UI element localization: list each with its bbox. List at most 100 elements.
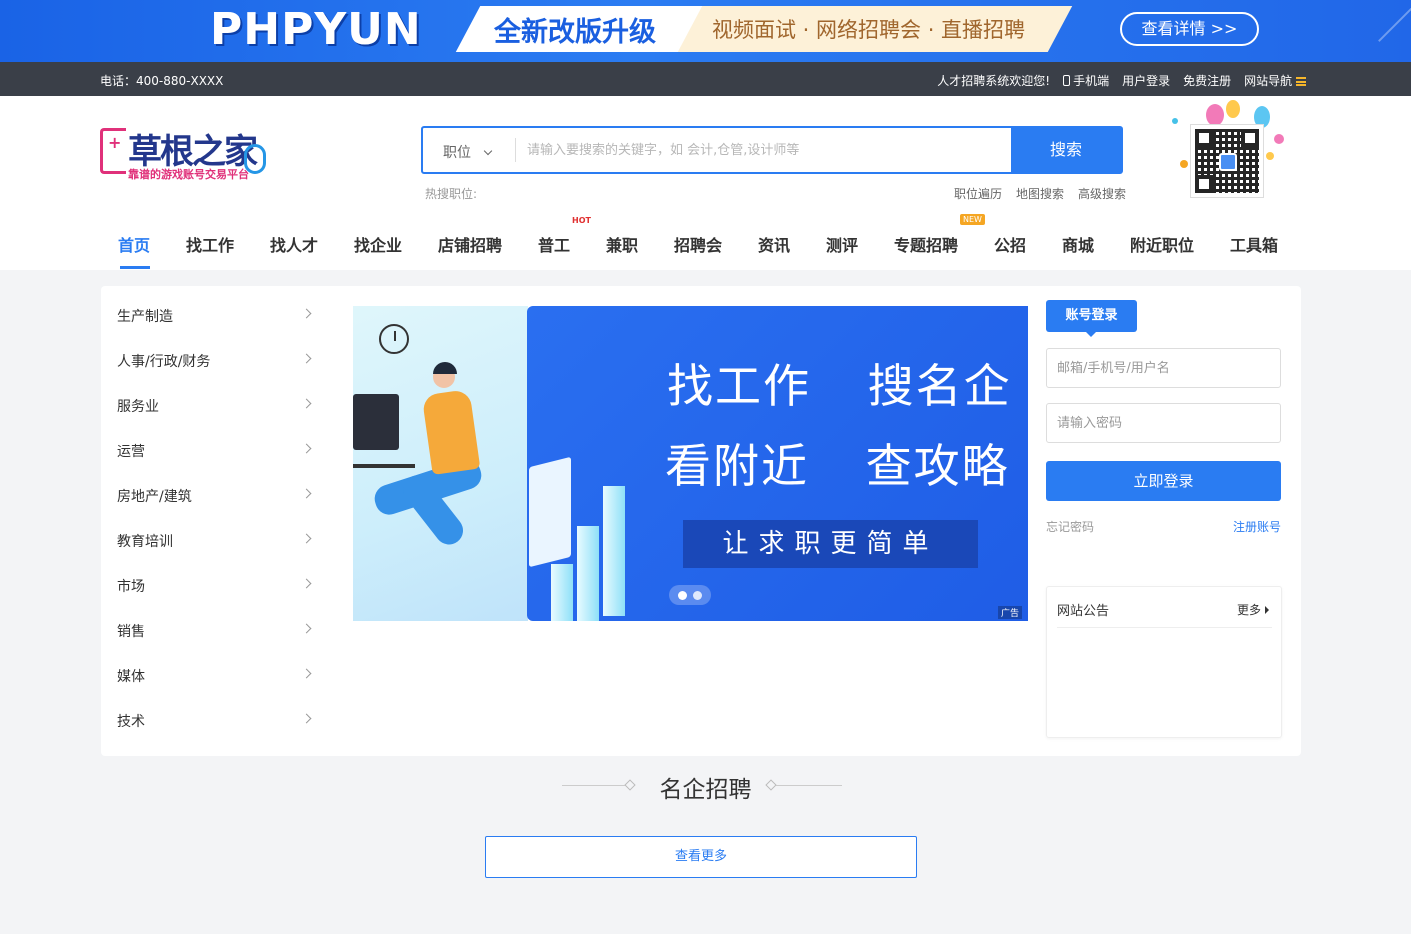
new-badge: NEW — [960, 214, 985, 225]
hot-search-label: 热搜职位: — [425, 187, 478, 201]
menu-icon — [1296, 77, 1306, 86]
top-ad-banner[interactable]: PHPYUN 全新改版升级 视频面试 · 网络招聘会 · 直播招聘 查看详情 >… — [0, 0, 1411, 62]
main-panel: 生产制造 人事/行政/财务 服务业 运营 房地产/建筑 教育培训 市场 销售 媒… — [101, 286, 1301, 756]
category-label: 运营 — [117, 444, 145, 460]
nav-special-recruit[interactable]: 专题招聘 — [894, 232, 958, 256]
category-item[interactable]: 销售 — [101, 606, 331, 651]
login-button[interactable]: 立即登录 — [1046, 461, 1281, 501]
category-label: 媒体 — [117, 669, 145, 685]
nav-part-time[interactable]: 兼职 — [606, 232, 638, 256]
nav-mall[interactable]: 商城 — [1062, 232, 1094, 256]
nav-news[interactable]: 资讯 — [758, 232, 790, 256]
chevron-right-icon — [301, 623, 312, 634]
nav-shop-jobs[interactable]: 店铺招聘 — [438, 232, 502, 256]
category-label: 技术 — [117, 714, 145, 730]
banner-features: 视频面试 · 网络招聘会 · 直播招聘 — [712, 18, 1026, 42]
category-label: 生产制造 — [117, 309, 173, 325]
slider-dots — [669, 585, 711, 605]
nav-nearby-jobs[interactable]: 附近职位 — [1130, 232, 1194, 256]
tab-account-login[interactable]: 账号登录 — [1046, 300, 1137, 337]
banner-detail-button[interactable]: 查看详情 >> — [1120, 12, 1259, 46]
site-logo[interactable]: + 草根之家 靠谱的游戏账号交易平台 — [100, 124, 270, 184]
top-links: 人才招聘系统欢迎您! 手机端 用户登录 免费注册 网站导航 — [937, 72, 1306, 89]
phone-number: 电话：400-880-XXXX — [100, 74, 224, 88]
mobile-link[interactable]: 手机端 — [1063, 72, 1109, 89]
login-link[interactable]: 用户登录 — [1122, 72, 1170, 89]
balloon-decoration — [1266, 152, 1274, 160]
category-item[interactable]: 媒体 — [101, 651, 331, 696]
hero-slider[interactable]: 找工作 搜名企 看附近 查攻略 让求职更简单 广告 — [353, 306, 1028, 621]
chevron-right-icon — [301, 713, 312, 724]
nav-public-recruit[interactable]: 公招 — [994, 232, 1026, 256]
chevron-right-icon — [301, 578, 312, 589]
category-item[interactable]: 技术 — [101, 696, 331, 741]
qr-logo-icon — [1219, 153, 1237, 171]
bar-illustration — [551, 564, 573, 621]
category-item[interactable]: 生产制造 — [101, 291, 331, 336]
balloon-decoration — [1226, 100, 1240, 118]
category-item[interactable]: 人事/行政/财务 — [101, 336, 331, 381]
site-nav-link[interactable]: 网站导航 — [1244, 72, 1306, 89]
register-account-link[interactable]: 注册账号 — [1233, 518, 1281, 535]
chevron-right-icon — [301, 443, 312, 454]
category-item[interactable]: 房地产/建筑 — [101, 471, 331, 516]
nav-find-talent[interactable]: 找人才 — [270, 232, 318, 256]
search-divider — [515, 138, 516, 162]
nav-job-fair[interactable]: 招聘会 — [674, 232, 722, 256]
nav-find-company[interactable]: 找企业 — [354, 232, 402, 256]
slide-illustration — [353, 306, 528, 621]
chevron-right-icon — [301, 353, 312, 364]
nav-find-job[interactable]: 找工作 — [186, 232, 234, 256]
username-input[interactable] — [1046, 348, 1281, 388]
nav-assessment[interactable]: 测评 — [826, 232, 858, 256]
balloon-decoration — [1172, 118, 1178, 124]
person-illustration — [433, 362, 457, 374]
section-title: 名企招聘 — [659, 777, 752, 803]
nav-toolbox[interactable]: 工具箱 — [1230, 232, 1278, 256]
search-link-advanced[interactable]: 高级搜索 — [1078, 185, 1126, 202]
forgot-password-link[interactable]: 忘记密码 — [1046, 518, 1094, 535]
category-item[interactable]: 运营 — [101, 426, 331, 471]
logo-plus-icon: + — [108, 133, 122, 152]
chevron-right-icon — [301, 668, 312, 679]
search-type-select[interactable]: 职位 — [423, 128, 515, 172]
notice-divider — [1057, 627, 1272, 628]
qr-corner — [1195, 129, 1213, 147]
site-nav-label: 网站导航 — [1244, 74, 1293, 88]
clock-icon — [379, 324, 409, 354]
search-link-map[interactable]: 地图搜索 — [1016, 185, 1064, 202]
register-link[interactable]: 免费注册 — [1183, 72, 1231, 89]
banner-brand: PHPYUN — [210, 4, 422, 55]
section-title-line — [776, 785, 842, 786]
nav-general-worker[interactable]: 普工 — [538, 232, 570, 256]
bar-illustration — [603, 486, 625, 616]
category-label: 服务业 — [117, 399, 159, 415]
bar-illustration — [577, 526, 599, 621]
qr-corner — [1195, 175, 1213, 193]
qr-code-area[interactable] — [1166, 100, 1296, 200]
nav-home[interactable]: 首页 — [118, 232, 150, 256]
search-input[interactable] — [527, 136, 1007, 164]
slider-dot-active[interactable] — [678, 591, 687, 600]
desk-illustration — [353, 464, 415, 468]
category-item[interactable]: 市场 — [101, 561, 331, 606]
slider-dot[interactable] — [693, 591, 702, 600]
view-more-button[interactable]: 查看更多 — [485, 836, 917, 878]
search-button[interactable]: 搜索 — [1011, 128, 1121, 172]
site-notice: 网站公告 更多 — [1046, 586, 1282, 738]
category-label: 市场 — [117, 579, 145, 595]
chevron-right-icon — [301, 533, 312, 544]
notice-more-link[interactable]: 更多 — [1237, 601, 1269, 618]
mouse-icon — [244, 144, 266, 174]
chevron-right-icon — [301, 488, 312, 499]
password-input[interactable] — [1046, 403, 1281, 443]
welcome-text: 人才招聘系统欢迎您! — [937, 74, 1051, 88]
category-label: 销售 — [117, 624, 145, 640]
search-link-traverse[interactable]: 职位遍历 — [954, 185, 1002, 202]
category-item[interactable]: 教育培训 — [101, 516, 331, 561]
nav-active-indicator — [120, 266, 150, 269]
category-list: 生产制造 人事/行政/财务 服务业 运营 房地产/建筑 教育培训 市场 销售 媒… — [101, 291, 331, 741]
monitor-illustration — [353, 394, 399, 450]
category-label: 人事/行政/财务 — [117, 354, 211, 370]
category-item[interactable]: 服务业 — [101, 381, 331, 426]
